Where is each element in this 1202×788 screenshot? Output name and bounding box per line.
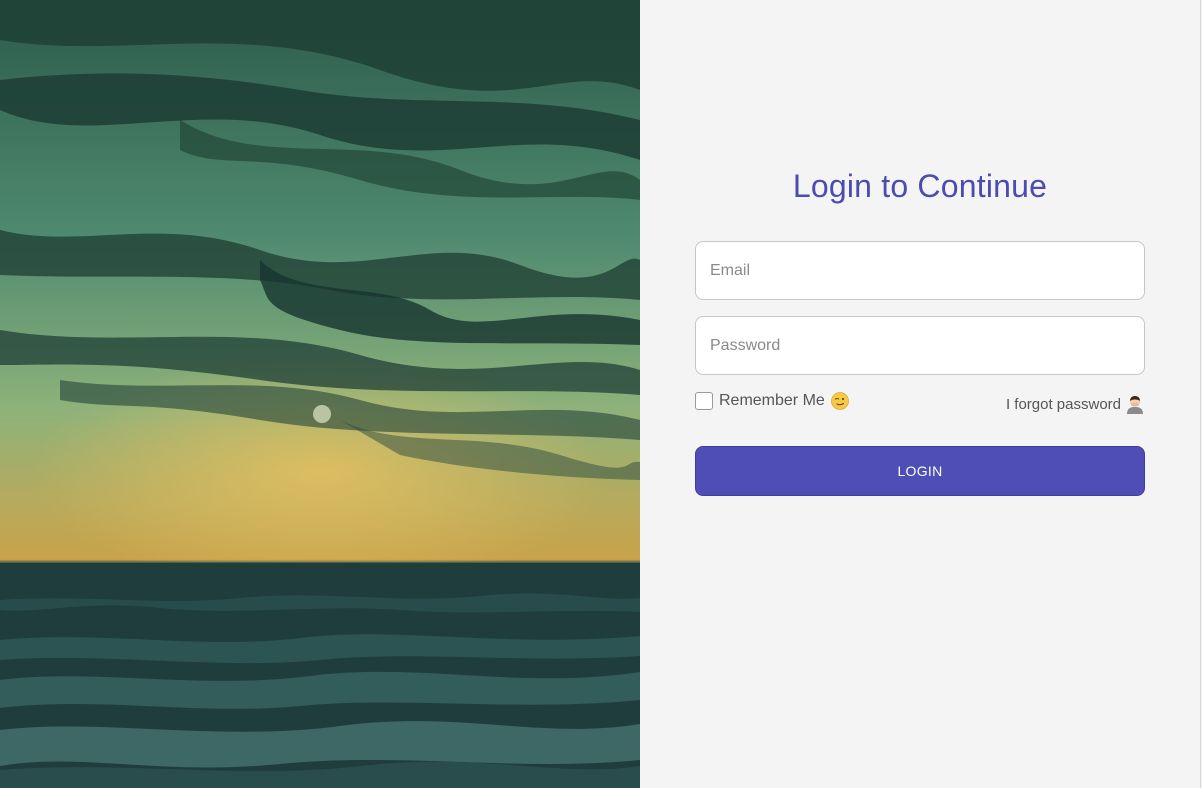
hero-image [0, 0, 640, 788]
login-panel: Login to Continue Remember Me I forgot p… [640, 0, 1201, 788]
forgot-password-link[interactable]: I forgot password [1006, 394, 1145, 414]
person-facepalming-icon [1125, 394, 1145, 414]
email-field[interactable] [695, 241, 1145, 300]
winking-face-icon [830, 392, 849, 410]
remember-me-label: Remember Me [719, 392, 825, 409]
login-button[interactable]: LOGIN [695, 446, 1145, 496]
forgot-password-label: I forgot password [1005, 395, 1121, 413]
login-page: Login to Continue Remember Me I forgot p… [0, 0, 1202, 788]
remember-me: Remember Me [695, 392, 849, 410]
remember-me-checkbox[interactable] [695, 392, 713, 410]
password-field[interactable] [695, 316, 1145, 375]
page-title: Login to Continue [792, 168, 1048, 204]
